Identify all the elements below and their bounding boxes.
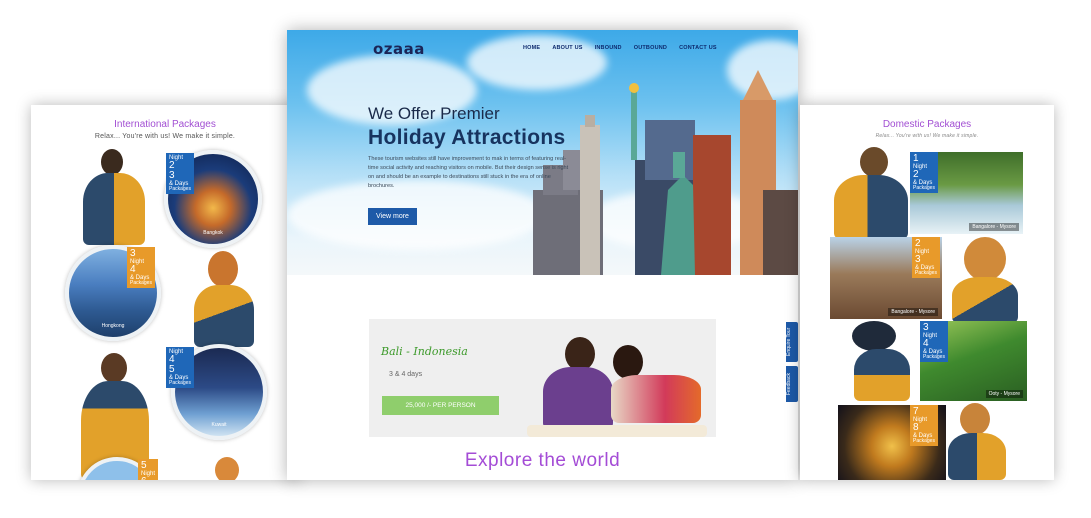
offer-duration: 3 & 4 days xyxy=(389,371,423,378)
showcase-stage: International Packages Relax... You're w… xyxy=(0,0,1091,518)
tile-caption: Bangalore - Mysore xyxy=(888,308,938,316)
package-badge: 3 Night 4 & Days Packages xyxy=(920,321,948,362)
circle-caption: Kuwait xyxy=(211,422,227,428)
package-badge: 3 Night 4 & Days Packages xyxy=(127,247,155,288)
enquire-tour-tab[interactable]: Enquire Tour xyxy=(786,322,798,362)
traveler-photo xyxy=(830,147,910,239)
feedback-tab[interactable]: Feedback xyxy=(786,366,798,402)
nav-contact-us[interactable]: CONTACT US xyxy=(679,45,717,51)
hero-pretitle: We Offer Premier xyxy=(368,104,500,123)
panel-subtitle: Relax... You're with us! We make it simp… xyxy=(875,133,979,139)
package-badge: 5Night6 xyxy=(138,459,159,480)
panel-title: International Packages xyxy=(114,119,216,130)
package-badge: 7 Night 8 & Days Packages xyxy=(910,405,938,446)
nav-about-us[interactable]: ABOUT US xyxy=(552,45,582,51)
hero-banner: ozaaa HOME ABOUT US INBOUND OUTBOUND CON… xyxy=(287,30,798,275)
hero-description: These tourism websites still have improv… xyxy=(368,156,569,189)
offer-title: Bali - Indonesia xyxy=(381,345,468,358)
nav-inbound[interactable]: INBOUND xyxy=(595,45,622,51)
view-more-button[interactable]: View more xyxy=(368,208,417,225)
traveler-photo xyxy=(946,233,1024,323)
panel-title: Domestic Packages xyxy=(882,119,972,130)
nav-home[interactable]: HOME xyxy=(523,45,540,51)
circle-caption: Hongkong xyxy=(101,323,125,329)
tile-caption: Bangalore - Mysore xyxy=(969,223,1019,231)
site-logo[interactable]: ozaaa xyxy=(373,40,425,58)
main-website-panel: ozaaa HOME ABOUT US INBOUND OUTBOUND CON… xyxy=(287,30,798,480)
international-packages-panel: International Packages Relax... You're w… xyxy=(31,105,299,480)
package-badge: 2 Night 3 & Days Packages xyxy=(912,237,940,278)
traveler-photo xyxy=(79,149,149,245)
bali-offer-card[interactable]: Bali - Indonesia 3 & 4 days 25,000 /- PE… xyxy=(369,319,716,437)
hero-title: Holiday Attractions xyxy=(368,126,566,149)
nav-outbound[interactable]: OUTBOUND xyxy=(634,45,667,51)
tile-caption: Ooty - Mysore xyxy=(985,390,1023,398)
traveler-photo xyxy=(844,321,918,401)
package-badge: 1 Night 2 & Days Packages xyxy=(910,152,938,193)
explore-heading: Explore the world xyxy=(464,450,621,471)
panel-subtitle: Relax... You're with us! We make it simp… xyxy=(94,133,236,140)
traveler-photo xyxy=(188,251,260,347)
domestic-packages-panel: Domestic Packages Relax... You're with u… xyxy=(800,105,1054,480)
traveler-photo xyxy=(944,403,1010,480)
couple-photo xyxy=(527,329,707,437)
circle-caption: Bangkok xyxy=(203,230,223,236)
traveler-photo xyxy=(207,457,247,480)
top-navigation: HOME ABOUT US INBOUND OUTBOUND CONTACT U… xyxy=(523,45,717,51)
package-badge: Night 4 5 & Days Packages xyxy=(166,347,194,388)
package-badge: Night 2 3 & Days Packages xyxy=(166,153,194,194)
offer-price-button[interactable]: 25,000 /- PER PERSON xyxy=(382,396,499,415)
